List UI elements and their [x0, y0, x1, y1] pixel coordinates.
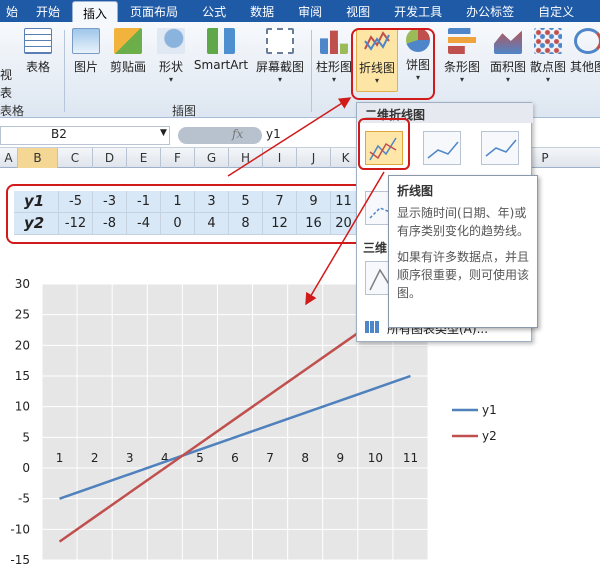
column-header-g[interactable]: G	[195, 148, 229, 168]
tab-page-layout[interactable]: 页面布局	[118, 0, 190, 22]
scatter-chart-button[interactable]: 散点图 ▾	[528, 28, 568, 92]
chevron-down-icon: ▾	[505, 75, 510, 84]
x-tick-label: 11	[403, 451, 418, 465]
y-tick-label: -10	[10, 522, 30, 536]
fx-icon[interactable]: fx	[232, 127, 243, 141]
group-separator	[311, 30, 312, 112]
y-tick-label: -5	[18, 492, 30, 506]
formula-input[interactable]: y1	[266, 127, 281, 141]
x-tick-label: 10	[368, 451, 383, 465]
column-chart-button[interactable]: 柱形图 ▾	[314, 28, 354, 92]
bar-chart-button[interactable]: 条形图 ▾	[440, 28, 484, 92]
column-header-f[interactable]: F	[161, 148, 195, 168]
line-thumb-stacked[interactable]	[423, 131, 461, 165]
area-chart-button[interactable]: 面积图 ▾	[486, 28, 530, 92]
picture-icon	[72, 28, 100, 54]
y-tick-label: 0	[22, 461, 30, 475]
x-tick-label: 2	[91, 451, 99, 465]
clipart-icon	[114, 28, 142, 54]
x-tick-label: 1	[56, 451, 64, 465]
column-header-i[interactable]: I	[263, 148, 297, 168]
column-header-h[interactable]: H	[229, 148, 263, 168]
y-tick-label: -15	[10, 553, 30, 567]
y-tick-label: 5	[22, 430, 30, 444]
table-button[interactable]: 表格	[20, 28, 56, 92]
chevron-down-icon: ▾	[545, 75, 550, 84]
column-header-a[interactable]: A	[0, 148, 18, 168]
tab-developer[interactable]: 开发工具	[382, 0, 454, 22]
excel-window: 始 开始 插入 页面布局 公式 数据 审阅 视图 开发工具 办公标签 自定义 视…	[0, 0, 600, 574]
line-button-highlight-box	[351, 28, 435, 100]
screenshot-icon	[266, 28, 294, 54]
x-tick-label: 8	[301, 451, 309, 465]
line-thumb-highlight-box	[358, 118, 410, 170]
tab-insert[interactable]: 插入	[72, 1, 119, 22]
x-tick-label: 9	[336, 451, 344, 465]
line-thumb-glyph	[427, 141, 459, 159]
chevron-down-icon: ▾	[459, 75, 464, 84]
x-tick-label: 3	[126, 451, 134, 465]
tab-view[interactable]: 视图	[334, 0, 382, 22]
tab-home[interactable]: 开始	[24, 0, 72, 22]
tab-office-tabs[interactable]: 办公标签	[454, 0, 526, 22]
group-label-illustrations: 插图	[172, 104, 197, 118]
shapes-icon	[157, 28, 185, 54]
tooltip-text: 显示随时间(日期、年)或有序类别变化的趋势线。	[397, 206, 530, 238]
ribbon-left-label-2: 表	[0, 86, 13, 100]
shapes-button[interactable]: 形状 ▾	[154, 28, 188, 92]
smartart-button[interactable]: SmartArt	[192, 28, 250, 92]
x-tick-label: 7	[266, 451, 274, 465]
tab-custom[interactable]: 自定义	[526, 0, 586, 22]
y-tick-label: 25	[15, 308, 30, 322]
line-chart-tooltip: 折线图 显示随时间(日期、年)或有序类别变化的趋势线。 如果有许多数据点，并且顺…	[388, 175, 538, 328]
column-header-c[interactable]: C	[58, 148, 93, 168]
bar-chart-icon	[448, 28, 476, 54]
column-header-p[interactable]: P	[530, 148, 560, 168]
tab-review[interactable]: 审阅	[286, 0, 334, 22]
tooltip-text: 如果有许多数据点，并且顺序很重要，则可使用该图。	[397, 250, 530, 300]
chevron-down-icon: ▾	[331, 75, 336, 84]
screenshot-button[interactable]: 屏幕截图 ▾	[252, 28, 308, 92]
tab-partial[interactable]: 始	[0, 0, 24, 22]
name-box[interactable]: B2	[0, 126, 170, 145]
line-thumb-percent[interactable]	[481, 131, 519, 165]
smartart-icon	[207, 28, 235, 54]
x-tick-label: 6	[231, 451, 239, 465]
other-chart-button[interactable]: 其他图	[568, 28, 600, 92]
other-chart-icon	[574, 28, 600, 54]
legend-label: y1	[482, 403, 497, 417]
area-chart-icon	[494, 30, 522, 54]
tab-formulas[interactable]: 公式	[190, 0, 238, 22]
picture-button[interactable]: 图片	[70, 28, 102, 92]
scatter-chart-icon	[534, 28, 562, 54]
name-box-dropdown-icon[interactable]: ▼	[160, 128, 167, 138]
chevron-down-icon: ▾	[277, 75, 282, 84]
column-header-d[interactable]: D	[93, 148, 127, 168]
chevron-down-icon: ▾	[168, 75, 173, 84]
column-header-e[interactable]: E	[127, 148, 161, 168]
ribbon-left-label: 视	[0, 68, 13, 82]
clipart-button[interactable]: 剪贴画	[106, 28, 150, 92]
group-label-table: 表格	[0, 104, 25, 118]
tab-data[interactable]: 数据	[238, 0, 286, 22]
formula-buttons	[178, 127, 262, 144]
group-separator	[64, 30, 65, 112]
tooltip-title: 折线图	[397, 184, 434, 198]
column-chart-icon	[320, 30, 348, 54]
y-tick-label: 10	[15, 400, 30, 414]
column-header-j[interactable]: J	[297, 148, 331, 168]
y-tick-label: 20	[15, 338, 30, 352]
table-icon	[24, 28, 52, 54]
ribbon-tab-bar: 始 开始 插入 页面布局 公式 数据 审阅 视图 开发工具 办公标签 自定义	[0, 0, 600, 22]
column-header-b[interactable]: B	[18, 148, 58, 168]
line-thumb-glyph	[485, 139, 517, 157]
table-highlight-box	[6, 184, 363, 244]
x-tick-label: 5	[196, 451, 204, 465]
legend-label: y2	[482, 429, 497, 443]
dropdown-section-3d: 三维	[363, 241, 388, 255]
y-tick-label: 15	[15, 369, 30, 383]
y-tick-label: 30	[15, 277, 30, 291]
